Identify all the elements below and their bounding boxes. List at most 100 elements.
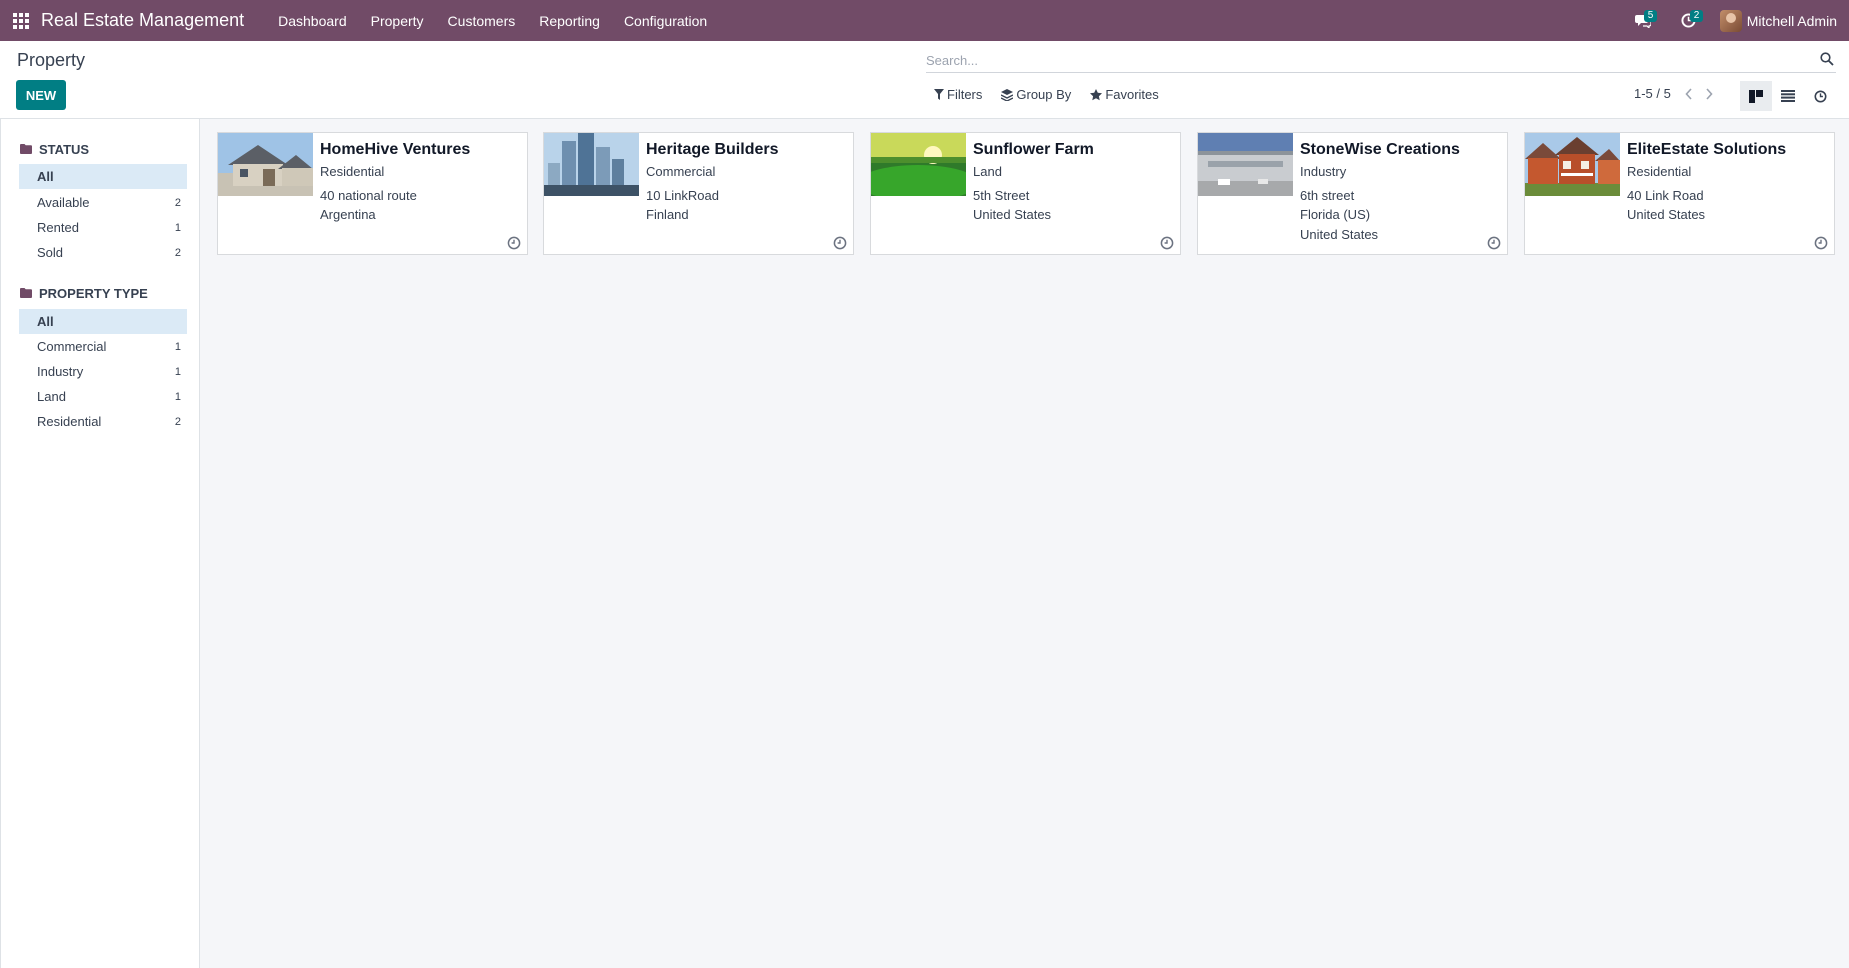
status-filter-sold[interactable]: Sold 2 xyxy=(19,240,187,265)
chevron-left-icon xyxy=(1685,87,1692,100)
card-type: Industry xyxy=(1300,164,1347,179)
card-address-line: 10 LinkRoad xyxy=(646,187,719,203)
card-address-line: Florida (US) xyxy=(1300,207,1371,222)
facet-count: 2 xyxy=(174,246,181,259)
facet-label: Land xyxy=(37,389,66,404)
facet-label: All xyxy=(37,314,54,329)
property-image xyxy=(218,133,313,196)
card-type: Residential xyxy=(1627,164,1692,179)
list-icon xyxy=(1781,90,1795,102)
messages-badge: 5 xyxy=(1643,10,1658,22)
clock-icon xyxy=(1814,90,1826,102)
main-menu: Dashboard Property Customers Reporting C… xyxy=(266,13,719,29)
facet-label: Residential xyxy=(37,414,102,429)
search-input[interactable] xyxy=(926,49,1806,71)
facet-label: Sold xyxy=(37,245,64,260)
property-card[interactable]: StoneWise Creations Industry 6th street … xyxy=(1197,132,1508,255)
property-card[interactable]: Sunflower Farm Land 5th Street United St… xyxy=(870,132,1181,255)
activity-view-button[interactable] xyxy=(1804,81,1836,111)
facet-count: 1 xyxy=(174,390,181,403)
search-panel: STATUS All Available 2 Rented 1 Sold 2 PROP… xyxy=(0,119,200,968)
property-type-heading: PROPERTY TYPE xyxy=(39,285,148,301)
kanban-icon xyxy=(1749,89,1763,103)
apps-menu-icon[interactable] xyxy=(0,0,41,41)
facet-count: 1 xyxy=(174,365,181,378)
pager-value[interactable]: 1-5 / 5 xyxy=(1634,86,1671,101)
activities-button[interactable]: 2 xyxy=(1666,0,1712,41)
app-name[interactable]: Real Estate Management xyxy=(41,10,244,31)
type-filter-industry[interactable]: Industry 1 xyxy=(19,359,187,384)
menu-property[interactable]: Property xyxy=(359,13,436,29)
card-address-line: 6th street xyxy=(1300,187,1355,203)
type-filter-residential[interactable]: Residential 2 xyxy=(19,409,187,434)
card-title: StoneWise Creations xyxy=(1300,141,1460,158)
search-icon[interactable] xyxy=(1820,52,1834,66)
property-card[interactable]: EliteEstate Solutions Residential 40 Lin… xyxy=(1524,132,1835,255)
control-panel: Property NEW Filters Group By Favorites … xyxy=(0,41,1849,119)
activity-clock-icon[interactable] xyxy=(1160,236,1174,250)
favorites-button[interactable]: Favorites xyxy=(1090,87,1159,102)
property-card[interactable]: Heritage Builders Commercial 10 LinkRoad… xyxy=(543,132,854,255)
layers-icon xyxy=(1001,88,1014,101)
type-filter-commercial[interactable]: Commercial 1 xyxy=(19,334,187,359)
status-filter-all[interactable]: All xyxy=(19,164,187,189)
pager-previous-button[interactable] xyxy=(1679,87,1699,100)
card-title: HomeHive Ventures xyxy=(320,141,471,158)
facet-label: Industry xyxy=(37,364,84,379)
card-address-line: 5th Street xyxy=(973,187,1030,203)
filters-label: Filters xyxy=(947,87,983,102)
activity-clock-icon[interactable] xyxy=(833,236,847,250)
facet-label: Commercial xyxy=(37,339,107,354)
folder-icon xyxy=(20,144,32,154)
property-image xyxy=(544,133,639,196)
facet-label: Rented xyxy=(37,220,79,235)
avatar xyxy=(1719,9,1742,32)
type-filter-all[interactable]: All xyxy=(19,309,187,334)
status-filter-rented[interactable]: Rented 1 xyxy=(19,215,187,240)
menu-reporting[interactable]: Reporting xyxy=(527,13,612,29)
groupby-button[interactable]: Group By xyxy=(1001,87,1071,102)
activity-clock-icon[interactable] xyxy=(507,236,521,250)
groupby-label: Group By xyxy=(1016,87,1072,102)
user-menu[interactable]: Mitchell Admin xyxy=(1712,9,1849,32)
card-type: Land xyxy=(973,164,1002,179)
top-navbar: Real Estate Management Dashboard Propert… xyxy=(0,0,1849,41)
menu-customers[interactable]: Customers xyxy=(436,13,528,29)
card-address-line: Finland xyxy=(646,207,689,222)
card-address-line: United States xyxy=(1627,207,1706,222)
folder-icon xyxy=(20,288,32,298)
type-filter-land[interactable]: Land 1 xyxy=(19,384,187,409)
filters-button[interactable]: Filters xyxy=(934,87,982,102)
card-address-line: 40 national route xyxy=(320,187,417,203)
card-type: Commercial xyxy=(646,164,716,179)
property-card[interactable]: HomeHive Ventures Residential 40 nationa… xyxy=(217,132,528,255)
kanban-view-button[interactable] xyxy=(1740,81,1772,111)
property-type-section-heading: PROPERTY TYPE xyxy=(20,282,199,304)
messages-button[interactable]: 5 xyxy=(1620,0,1666,41)
search-bar xyxy=(926,49,1836,73)
card-type: Residential xyxy=(320,164,385,179)
pager-next-button[interactable] xyxy=(1699,87,1719,100)
card-title: Sunflower Farm xyxy=(973,141,1094,158)
card-title: Heritage Builders xyxy=(646,141,779,158)
activity-clock-icon[interactable] xyxy=(1814,236,1828,250)
menu-dashboard[interactable]: Dashboard xyxy=(266,13,359,29)
star-icon xyxy=(1090,88,1103,100)
filter-icon xyxy=(934,89,944,100)
chevron-right-icon xyxy=(1706,87,1713,100)
card-address-line: 40 Link Road xyxy=(1627,187,1704,203)
view-switcher xyxy=(1740,81,1836,111)
activity-clock-icon[interactable] xyxy=(1487,236,1501,250)
facet-count: 1 xyxy=(174,340,181,353)
facet-label: Available xyxy=(37,195,90,210)
facet-count: 2 xyxy=(174,196,181,209)
list-view-button[interactable] xyxy=(1772,81,1804,111)
status-heading: STATUS xyxy=(39,141,90,157)
pager: 1-5 / 5 xyxy=(1634,86,1719,101)
favorites-label: Favorites xyxy=(1105,87,1159,102)
status-filter-available[interactable]: Available 2 xyxy=(19,190,187,215)
new-button[interactable]: NEW xyxy=(16,80,66,110)
card-address-line: Argentina xyxy=(320,207,376,222)
menu-configuration[interactable]: Configuration xyxy=(612,13,719,29)
page-title: Property xyxy=(17,50,86,70)
